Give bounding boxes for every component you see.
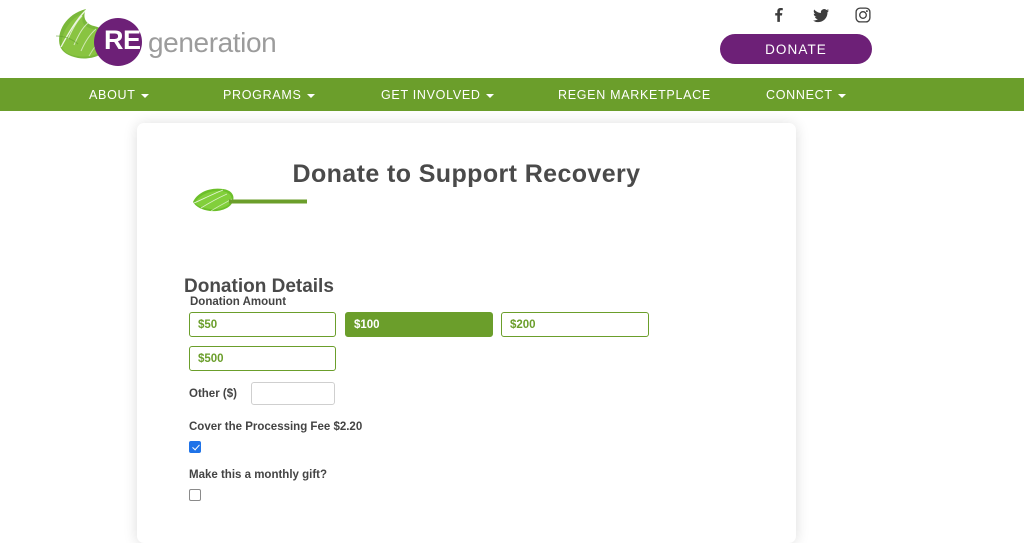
social-links	[770, 6, 872, 24]
nav-item-get-involved[interactable]: GET INVOLVED	[381, 88, 494, 102]
nav-item-label: PROGRAMS	[223, 87, 302, 102]
nav-item-label: ABOUT	[89, 87, 136, 102]
logo-word-text: generation	[148, 27, 277, 58]
donation-amount-label: Donation Amount	[190, 296, 287, 308]
chevron-down-icon	[140, 93, 149, 98]
leaf-divider-icon	[193, 188, 307, 212]
logo-mark-text: RE	[104, 25, 141, 55]
amount-option-200[interactable]: $200	[501, 312, 649, 337]
amount-option-50[interactable]: $50	[189, 312, 336, 337]
nav-item-about[interactable]: ABOUT	[89, 88, 149, 102]
site-logo[interactable]: RE generation	[52, 4, 282, 70]
main-navigation: ABOUT PROGRAMS GET INVOLVED REGEN MARKET…	[0, 78, 1024, 111]
other-amount-input[interactable]	[250, 382, 335, 405]
page-body: Donate to Support Recovery Donation Deta…	[0, 111, 1024, 543]
monthly-gift-label: Make this a monthly gift?	[189, 469, 328, 481]
chevron-down-icon	[485, 93, 494, 98]
site-header: RE generation DONATE	[0, 0, 1024, 78]
monthly-gift-checkbox[interactable]	[189, 489, 201, 501]
processing-fee-label: Cover the Processing Fee $2.20	[189, 421, 363, 433]
chevron-down-icon	[837, 93, 846, 98]
facebook-icon[interactable]	[770, 6, 788, 24]
donate-button[interactable]: DONATE	[720, 34, 872, 64]
amount-option-500[interactable]: $500	[189, 346, 336, 371]
instagram-icon[interactable]	[854, 6, 872, 24]
other-amount-row: Other ($)	[189, 382, 335, 405]
nav-item-label: CONNECT	[766, 87, 833, 102]
processing-fee-checkbox[interactable]	[189, 441, 201, 453]
other-amount-label: Other ($)	[189, 387, 237, 400]
amount-option-100[interactable]: $100	[345, 312, 493, 337]
nav-item-label: GET INVOLVED	[381, 87, 481, 102]
nav-item-connect[interactable]: CONNECT	[766, 88, 846, 102]
nav-item-regen-marketplace[interactable]: REGEN MARKETPLACE	[558, 88, 711, 102]
chevron-down-icon	[306, 93, 315, 98]
nav-item-programs[interactable]: PROGRAMS	[223, 88, 315, 102]
donation-card: Donate to Support Recovery Donation Deta…	[137, 123, 796, 543]
section-title: Donation Details	[184, 275, 334, 297]
nav-item-label: REGEN MARKETPLACE	[558, 87, 711, 102]
processing-fee-group: Cover the Processing Fee $2.20	[189, 421, 362, 459]
monthly-gift-group: Make this a monthly gift?	[189, 469, 327, 507]
twitter-icon[interactable]	[812, 6, 830, 24]
